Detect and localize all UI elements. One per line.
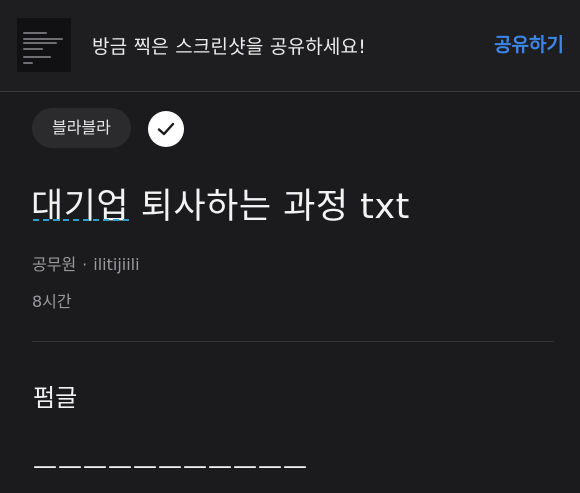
category-chip[interactable]: 블라블라 (32, 108, 131, 148)
post-title: 대기업 퇴사하는 과정 txt (31, 187, 410, 227)
divider (32, 341, 554, 342)
post-time: 8시간 (32, 292, 72, 311)
check-button[interactable] (148, 111, 184, 147)
author-nickname: ilitijiili (93, 255, 140, 274)
check-icon (157, 122, 175, 136)
author-separator: · (82, 255, 88, 274)
author-company: 공무원 (32, 255, 77, 274)
spellcheck-underline (33, 219, 129, 221)
screenshot-share-banner: 방금 찍은 스크린샷을 공유하세요! 공유하기 (0, 0, 580, 92)
share-button[interactable]: 공유하기 (494, 30, 564, 57)
post-body-separator-line: ——————————— (33, 452, 308, 480)
author-info[interactable]: 공무원 · ilitijiili (32, 251, 140, 275)
share-prompt-text: 방금 찍은 스크린샷을 공유하세요! (92, 36, 367, 58)
screenshot-thumbnail[interactable] (17, 18, 71, 72)
post-body-line: 펌글 (33, 384, 78, 412)
post-page: 방금 찍은 스크린샷을 공유하세요! 공유하기 블라블라 대기업 퇴사하는 과정… (0, 0, 580, 493)
